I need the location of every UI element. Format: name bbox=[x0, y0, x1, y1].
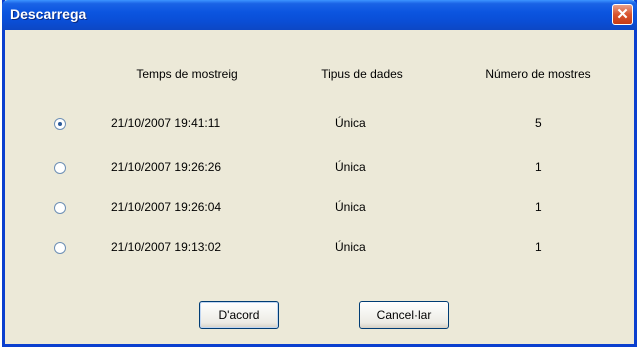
sample-time: 21/10/2007 19:41:11 bbox=[111, 116, 221, 130]
close-icon: ✕ bbox=[616, 6, 629, 23]
data-type: Única bbox=[335, 116, 366, 130]
list-item[interactable]: 21/10/2007 19:13:02 Única 1 bbox=[5, 239, 634, 259]
data-type: Única bbox=[335, 160, 366, 174]
dialog-window: Descarrega ✕ Temps de mostreig Tipus de … bbox=[2, 0, 637, 347]
list-item[interactable]: 21/10/2007 19:26:26 Única 1 bbox=[5, 159, 634, 179]
list-item[interactable]: 21/10/2007 19:26:04 Única 1 bbox=[5, 199, 634, 219]
window-title: Descarrega bbox=[10, 6, 87, 22]
column-header-count: Número de mostres bbox=[485, 67, 591, 81]
radio-button[interactable] bbox=[54, 202, 66, 214]
close-button[interactable]: ✕ bbox=[612, 4, 633, 25]
cancel-button[interactable]: Cancel·lar bbox=[359, 301, 449, 329]
radio-button[interactable] bbox=[54, 242, 66, 254]
data-type: Única bbox=[335, 200, 366, 214]
sample-count: 1 bbox=[535, 240, 542, 254]
sample-count: 1 bbox=[535, 200, 542, 214]
title-bar[interactable]: Descarrega ✕ bbox=[2, 0, 637, 30]
sample-time: 21/10/2007 19:26:04 bbox=[111, 200, 222, 214]
sample-count: 1 bbox=[535, 160, 542, 174]
column-header-time: Temps de mostreig bbox=[136, 67, 238, 81]
list-item[interactable]: 21/10/2007 19:41:11 Única 5 bbox=[5, 115, 634, 135]
sample-time: 21/10/2007 19:26:26 bbox=[111, 160, 222, 174]
column-header-type: Tipus de dades bbox=[321, 67, 403, 81]
sample-time: 21/10/2007 19:13:02 bbox=[111, 240, 222, 254]
sample-count: 5 bbox=[535, 116, 542, 130]
radio-button[interactable] bbox=[54, 162, 66, 174]
radio-button-selected[interactable] bbox=[54, 118, 66, 130]
ok-button[interactable]: D'acord bbox=[199, 301, 279, 329]
data-type: Única bbox=[335, 240, 366, 254]
